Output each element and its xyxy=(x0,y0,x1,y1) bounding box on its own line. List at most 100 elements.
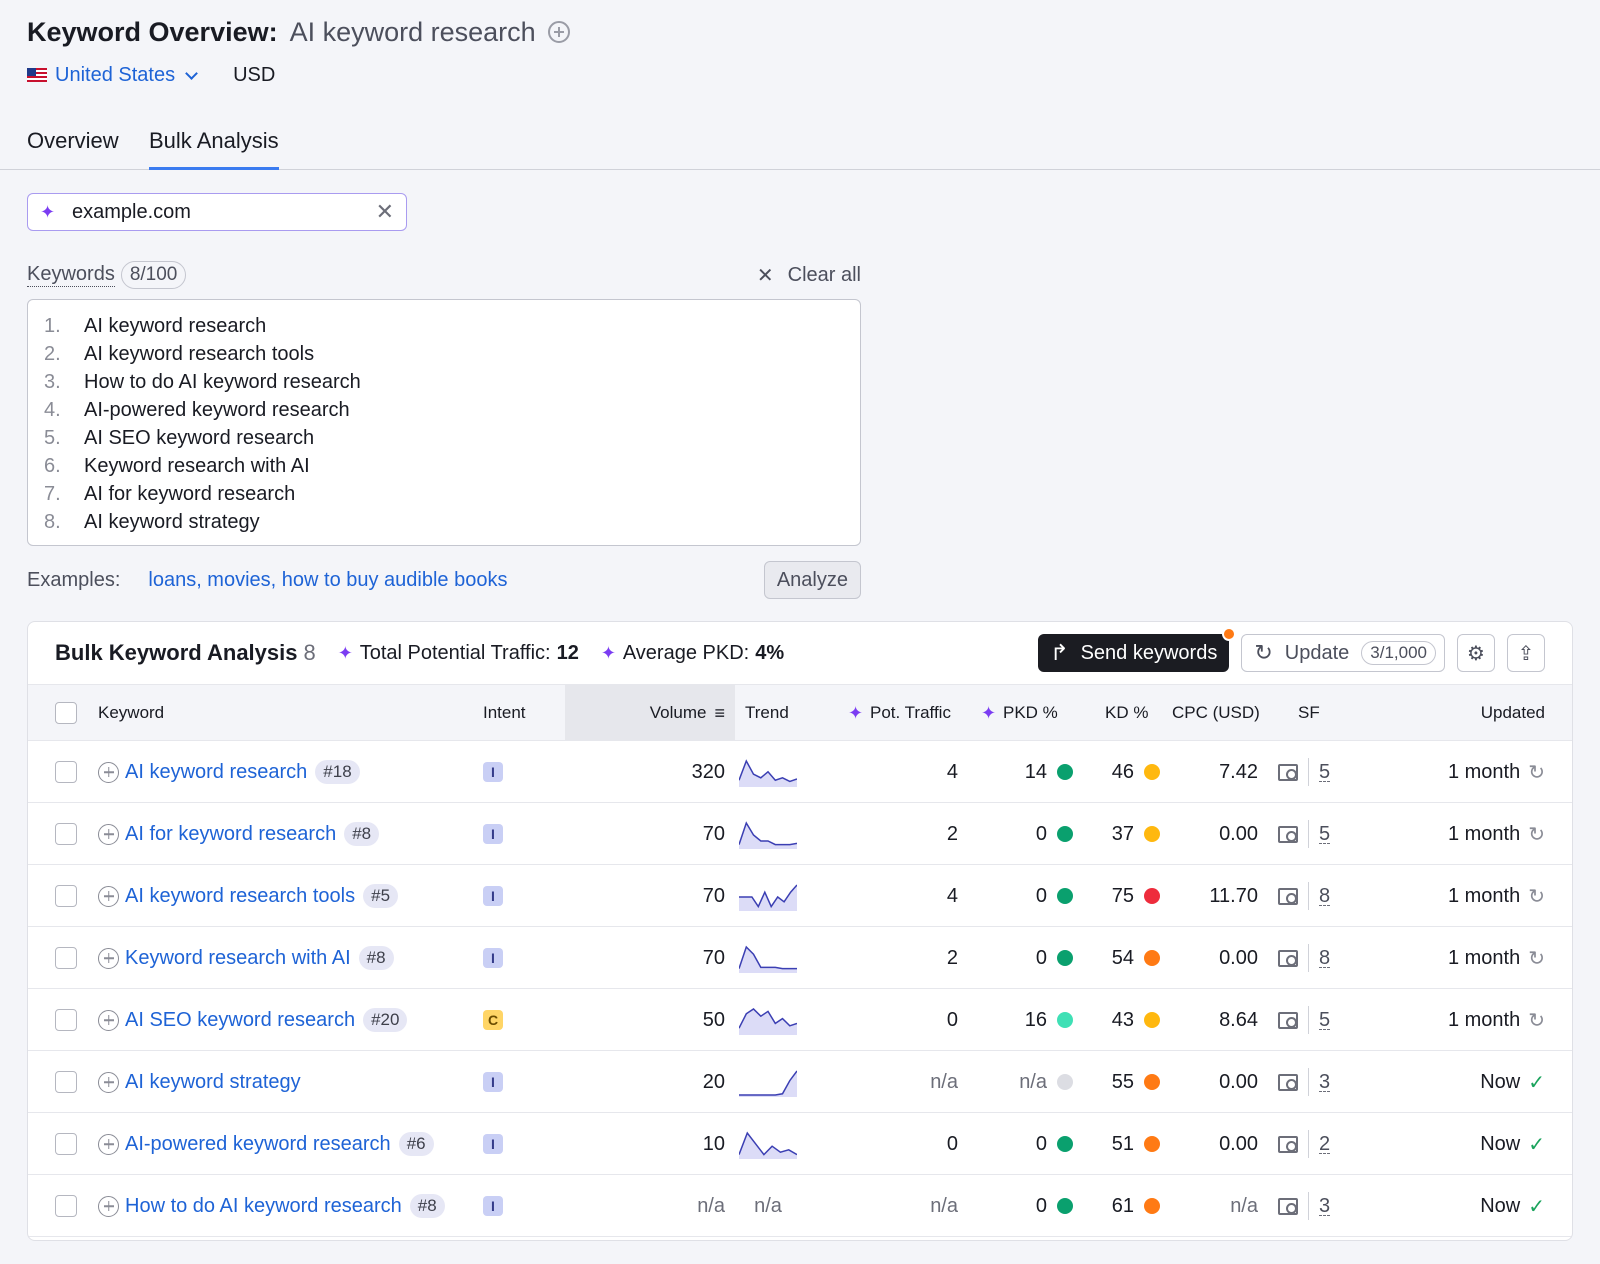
row-checkbox[interactable] xyxy=(55,1071,77,1093)
pot-traffic-cell: 0 xyxy=(946,1008,958,1031)
add-to-list-icon[interactable] xyxy=(547,21,570,43)
refresh-icon[interactable]: ↻ xyxy=(1528,1008,1545,1033)
volume-cell: 70 xyxy=(702,884,725,907)
keyword-list-item: 4. AI-powered keyword research xyxy=(44,396,844,424)
add-keyword-icon[interactable] xyxy=(98,885,119,907)
add-keyword-icon[interactable] xyxy=(98,761,119,783)
col-updated[interactable]: Updated xyxy=(1481,685,1545,741)
keyword-link[interactable]: Keyword research with AI xyxy=(125,947,351,970)
sf-count[interactable]: 3 xyxy=(1319,1072,1331,1092)
serp-features-icon[interactable] xyxy=(1278,1197,1298,1215)
divider xyxy=(1308,882,1309,910)
keyword-link[interactable]: AI for keyword research xyxy=(125,823,336,846)
serp-features-icon[interactable] xyxy=(1278,1073,1298,1091)
domain-input-value[interactable]: example.com xyxy=(72,201,376,224)
kd-cell: 75 xyxy=(1058,865,1160,927)
clear-domain-icon[interactable]: ✕ xyxy=(376,199,394,225)
update-button[interactable]: ↻ Update 3/1,000 xyxy=(1241,634,1445,672)
serp-features-icon[interactable] xyxy=(1278,1135,1298,1153)
sf-count[interactable]: 8 xyxy=(1319,886,1331,906)
country-select[interactable]: United States xyxy=(55,64,175,87)
col-pkd[interactable]: ✦ PKD % xyxy=(981,685,1058,741)
updated-cell: 1 month ↻ xyxy=(1448,865,1545,927)
keyword-list-item: 3. How to do AI keyword research xyxy=(44,368,844,396)
table-title: Bulk Keyword Analysis xyxy=(55,640,298,665)
check-icon: ✓ xyxy=(1528,1071,1545,1094)
keywords-textarea[interactable]: 1. AI keyword research 2. AI keyword resear… xyxy=(27,299,861,546)
analyze-button[interactable]: Analyze xyxy=(763,561,861,599)
table-column-headers: Keyword Intent Volume ≡ Trend ✦ Pot. Tra… xyxy=(28,684,1572,741)
refresh-icon[interactable]: ↻ xyxy=(1528,946,1545,971)
serp-features-icon[interactable] xyxy=(1278,887,1298,905)
col-intent[interactable]: Intent xyxy=(483,685,526,741)
keyword-list-text: AI-powered keyword research xyxy=(84,398,350,421)
serp-features-icon[interactable] xyxy=(1278,1011,1298,1029)
intent-cell: I xyxy=(483,741,503,803)
row-checkbox[interactable] xyxy=(55,823,77,845)
keyword-link[interactable]: How to do AI keyword research xyxy=(125,1195,402,1218)
row-checkbox[interactable] xyxy=(55,885,77,907)
add-keyword-icon[interactable] xyxy=(98,1071,119,1093)
domain-input[interactable]: ✦ example.com ✕ xyxy=(27,193,407,231)
intent-badge: I xyxy=(483,762,503,782)
export-upload-icon[interactable]: ⇪ xyxy=(1507,634,1545,672)
keyword-link[interactable]: AI-powered keyword research xyxy=(125,1133,391,1156)
sf-count[interactable]: 2 xyxy=(1319,1134,1331,1154)
col-sf[interactable]: SF xyxy=(1298,685,1320,741)
row-checkbox[interactable] xyxy=(55,1195,77,1217)
sf-count[interactable]: 5 xyxy=(1319,762,1331,782)
col-cpc[interactable]: CPC (USD) xyxy=(1172,685,1260,741)
select-all-checkbox[interactable] xyxy=(55,702,77,724)
col-volume[interactable]: Volume ≡ xyxy=(565,685,735,741)
keyword-link[interactable]: AI keyword strategy xyxy=(125,1071,301,1094)
updated-value: Now xyxy=(1480,1070,1521,1093)
add-keyword-icon[interactable] xyxy=(98,1195,119,1217)
sf-count[interactable]: 5 xyxy=(1319,1010,1331,1030)
add-keyword-icon[interactable] xyxy=(98,823,119,845)
row-checkbox[interactable] xyxy=(55,1009,77,1031)
send-keywords-button[interactable]: ↱ Send keywords xyxy=(1038,627,1237,672)
add-keyword-icon[interactable] xyxy=(98,1133,119,1155)
col-trend[interactable]: Trend xyxy=(745,685,789,741)
keyword-link[interactable]: AI keyword research xyxy=(125,761,307,784)
ai-sparkle-icon: ✦ xyxy=(337,642,353,663)
cpc-cell: 7.42 xyxy=(1219,760,1258,783)
clear-all-button[interactable]: ✕ Clear all xyxy=(757,263,861,288)
intent-badge: I xyxy=(483,1134,503,1154)
keyword-link[interactable]: AI SEO keyword research xyxy=(125,1009,355,1032)
col-kd[interactable]: KD % xyxy=(1105,685,1148,741)
intent-badge: I xyxy=(483,1072,503,1092)
row-checkbox[interactable] xyxy=(55,761,77,783)
serp-features-icon[interactable] xyxy=(1278,825,1298,843)
trend-cell xyxy=(738,989,798,1051)
intent-badge: I xyxy=(483,886,503,906)
keyword-link[interactable]: AI keyword research tools xyxy=(125,885,355,908)
sf-count[interactable]: 5 xyxy=(1319,824,1331,844)
refresh-icon[interactable]: ↻ xyxy=(1528,760,1545,785)
keyword-list-item: 5. AI SEO keyword research xyxy=(44,424,844,452)
kd-value: 43 xyxy=(1111,1008,1134,1031)
row-checkbox[interactable] xyxy=(55,947,77,969)
examples-links[interactable]: loans, movies, how to buy audible books xyxy=(148,569,507,592)
settings-gear-icon[interactable]: ⚙ xyxy=(1457,634,1495,672)
add-keyword-icon[interactable] xyxy=(98,947,119,969)
col-pot-traffic[interactable]: ✦ Pot. Traffic xyxy=(848,685,951,741)
refresh-icon[interactable]: ↻ xyxy=(1528,884,1545,909)
chevron-down-icon[interactable] xyxy=(185,66,198,80)
refresh-icon[interactable]: ↻ xyxy=(1528,822,1545,847)
serp-features-icon[interactable] xyxy=(1278,763,1298,781)
add-keyword-icon[interactable] xyxy=(98,1009,119,1031)
row-checkbox[interactable] xyxy=(55,1133,77,1155)
serp-features-icon[interactable] xyxy=(1278,949,1298,967)
col-keyword[interactable]: Keyword xyxy=(98,685,164,741)
keyword-list-text: AI keyword strategy xyxy=(84,510,260,533)
tab-overview[interactable]: Overview xyxy=(27,128,119,170)
clear-all-label: Clear all xyxy=(787,263,861,286)
sf-count[interactable]: 3 xyxy=(1319,1196,1331,1216)
intent-badge: I xyxy=(483,948,503,968)
table-row: AI for keyword research #8 I 70 2 0 37 0.00 5 1 m… xyxy=(28,803,1572,865)
sf-count[interactable]: 8 xyxy=(1319,948,1331,968)
rank-badge: #18 xyxy=(315,760,360,784)
tab-bulk-analysis[interactable]: Bulk Analysis xyxy=(149,128,279,170)
trend-cell xyxy=(738,1113,798,1175)
